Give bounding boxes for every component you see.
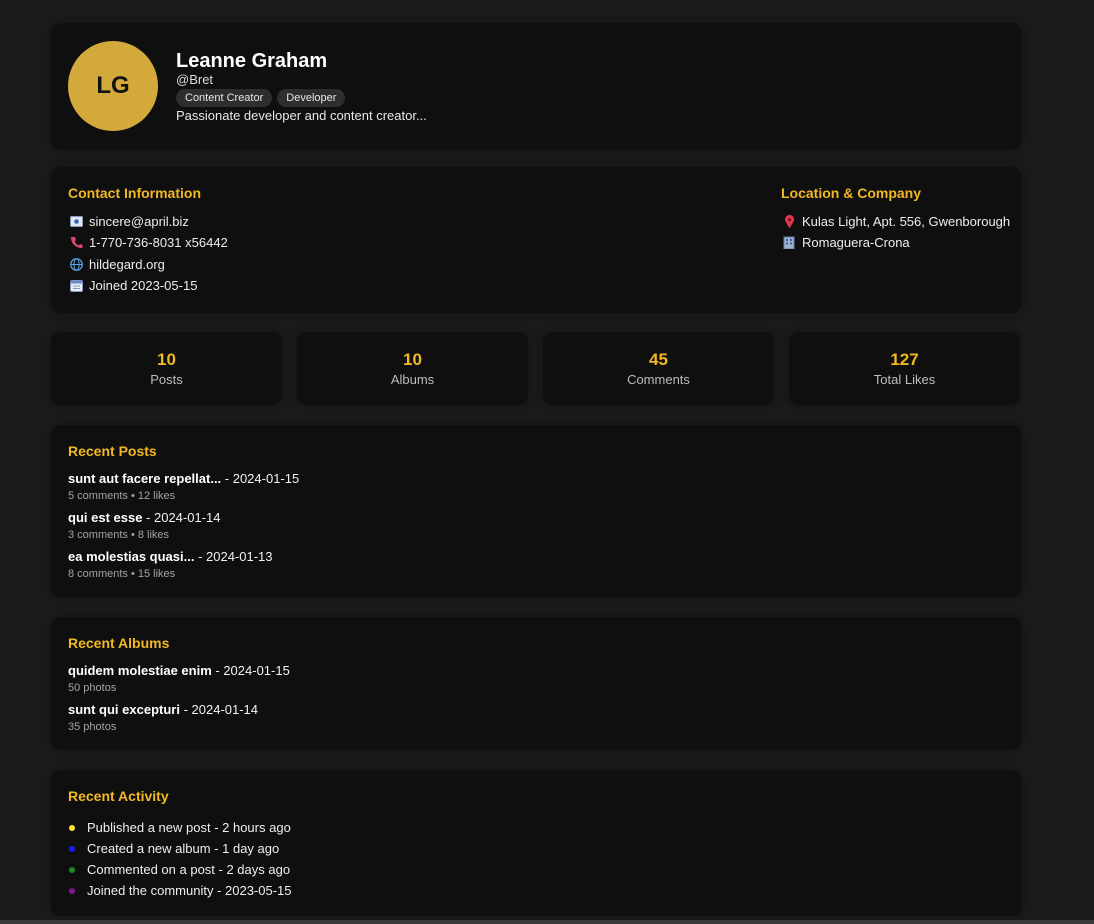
post-title[interactable]: qui est esse	[68, 510, 142, 525]
email-icon	[68, 214, 84, 230]
activity-list: Published a new post - 2 hours ago Creat…	[68, 817, 1005, 901]
location-title: Location & Company	[781, 185, 922, 201]
profile-handle: @Bret	[176, 72, 214, 87]
profile-tags: Content Creator Developer	[176, 89, 427, 107]
pin-icon	[781, 214, 797, 230]
profile-bio: Passionate developer and content creator…	[176, 108, 427, 123]
horizontal-scrollbar[interactable]	[0, 920, 1094, 924]
post-meta: 3 comments • 8 likes	[68, 529, 170, 541]
stat-comments-label: Comments	[627, 372, 690, 387]
profile-name: Leanne Graham	[176, 50, 328, 72]
activity-dot	[69, 845, 75, 852]
location-company: Romaguera-Crona	[781, 232, 1010, 253]
contact-website[interactable]: hildegard.org	[68, 254, 228, 275]
activity-dot	[69, 866, 75, 873]
stat-posts: 10 Posts	[51, 332, 282, 405]
phone-icon	[68, 235, 84, 251]
posts-list: sunt aut facere repellat... - 2024-01-15…	[68, 471, 1005, 581]
calendar-icon	[68, 278, 84, 294]
activity-text: Published a new post - 2 hours ago	[87, 820, 291, 835]
contact-email[interactable]: sincere@april.biz	[68, 211, 228, 232]
stat-likes-value: 127	[890, 350, 919, 369]
location-address-text: Kulas Light, Apt. 556, Gwenborough	[802, 214, 1011, 230]
recent-activity-card: Recent Activity Published a new post - 2…	[51, 770, 1022, 916]
location-company-text: Romaguera-Crona	[802, 235, 910, 251]
post-meta: 5 comments • 12 likes	[68, 490, 176, 502]
post-date: - 2024-01-14	[142, 510, 221, 525]
activity-text: Commented on a post - 2 days ago	[87, 862, 291, 877]
building-icon	[781, 235, 797, 251]
album-item[interactable]: sunt qui excepturi - 2024-01-14 35 photo…	[68, 702, 1005, 734]
album-title[interactable]: quidem molestiae enim	[68, 663, 212, 678]
globe-icon	[68, 256, 84, 272]
recent-posts-card: Recent Posts sunt aut facere repellat...…	[51, 425, 1022, 597]
recent-albums-title: Recent Albums	[68, 635, 170, 651]
recent-activity-title: Recent Activity	[68, 788, 169, 804]
location-list: Kulas Light, Apt. 556, Gwenborough Romag…	[781, 211, 1010, 254]
post-title[interactable]: ea molestias quasi...	[68, 549, 194, 564]
post-date: - 2024-01-15	[221, 471, 300, 486]
stat-comments: 45 Comments	[543, 332, 774, 405]
stat-albums-label: Albums	[390, 372, 435, 387]
stat-likes-label: Total Likes	[873, 372, 936, 387]
contact-phone[interactable]: 1-770-736-8031 x56442	[68, 232, 228, 253]
album-date: - 2024-01-14	[179, 702, 259, 717]
activity-text: Joined the community - 2023-05-15	[87, 883, 292, 898]
stat-albums: 10 Albums	[297, 332, 528, 405]
location-section: Location & Company Kulas Light, Apt. 556…	[781, 185, 1010, 254]
contact-joined-text: Joined 2023-05-15	[89, 278, 198, 294]
tag-content-creator: Content Creator	[176, 89, 273, 107]
activity-dot	[69, 887, 75, 894]
recent-albums-card: Recent Albums quidem molestiae enim - 20…	[51, 617, 1022, 750]
recent-posts-title: Recent Posts	[68, 443, 157, 459]
contact-website-text: hildegard.org	[89, 256, 165, 272]
activity-item: Created a new album - 1 day ago	[68, 838, 1005, 859]
contact-joined: Joined 2023-05-15	[68, 275, 228, 296]
contact-card: Contact Information sincere@april.biz 1-…	[51, 167, 1022, 313]
contact-title: Contact Information	[68, 185, 201, 201]
tag-developer: Developer	[277, 89, 346, 107]
contact-section: Contact Information sincere@april.biz 1-…	[68, 185, 228, 296]
albums-list: quidem molestiae enim - 2024-01-15 50 ph…	[68, 663, 1005, 734]
contact-list: sincere@april.biz 1-770-736-8031 x56442 …	[68, 211, 228, 296]
post-title[interactable]: sunt aut facere repellat...	[68, 471, 221, 486]
profile-info: Leanne Graham @Bret Content Creator Deve…	[176, 41, 427, 123]
contact-phone-text: 1-770-736-8031 x56442	[89, 235, 228, 251]
avatar: LG	[68, 41, 158, 131]
post-item[interactable]: qui est esse - 2024-01-14 3 comments • 8…	[68, 510, 1005, 542]
activity-dot	[69, 824, 75, 831]
activity-text: Created a new album - 1 day ago	[87, 841, 280, 856]
activity-item: Joined the community - 2023-05-15	[68, 880, 1005, 901]
activity-item: Published a new post - 2 hours ago	[68, 817, 1005, 838]
location-address: Kulas Light, Apt. 556, Gwenborough	[781, 211, 1010, 232]
post-meta: 8 comments • 15 likes	[68, 568, 176, 580]
avatar-initials: LG	[96, 72, 130, 99]
profile-page: LG Leanne Graham @Bret Content Creator D…	[51, 23, 1022, 916]
album-date: - 2024-01-15	[211, 663, 290, 678]
album-meta: 35 photos	[68, 721, 117, 733]
stat-albums-value: 10	[403, 350, 422, 369]
post-item[interactable]: sunt aut facere repellat... - 2024-01-15…	[68, 471, 1005, 503]
contact-email-text: sincere@april.biz	[89, 214, 189, 230]
stat-likes: 127 Total Likes	[789, 332, 1020, 405]
album-title[interactable]: sunt qui excepturi	[68, 702, 180, 717]
stats-row: 10 Posts 10 Albums 45 Comments 127 Total…	[51, 332, 1022, 405]
stat-posts-value: 10	[157, 350, 176, 369]
post-item[interactable]: ea molestias quasi... - 2024-01-13 8 com…	[68, 549, 1005, 581]
activity-item: Commented on a post - 2 days ago	[68, 859, 1005, 880]
profile-header-card: LG Leanne Graham @Bret Content Creator D…	[51, 23, 1022, 150]
post-date: - 2024-01-13	[194, 549, 273, 564]
stat-posts-label: Posts	[150, 372, 183, 387]
album-meta: 50 photos	[68, 682, 117, 694]
album-item[interactable]: quidem molestiae enim - 2024-01-15 50 ph…	[68, 663, 1005, 695]
stat-comments-value: 45	[649, 350, 668, 369]
